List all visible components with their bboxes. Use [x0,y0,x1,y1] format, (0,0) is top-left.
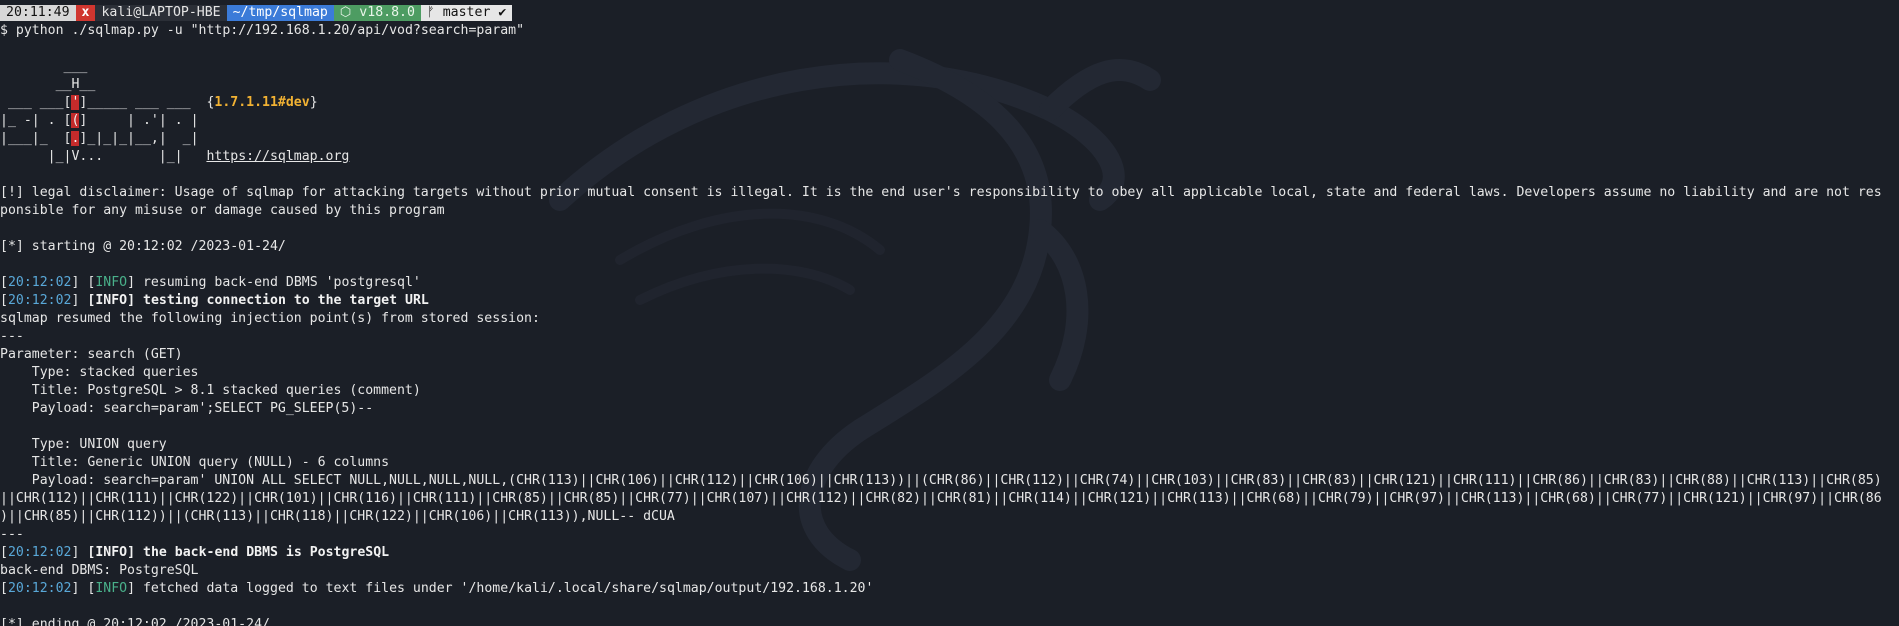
disclaimer-line-1: [!] legal disclaimer: Usage of sqlmap fo… [0,185,1882,200]
banner-line-4: |_ -| . [(] | .'| . | [0,113,199,128]
shell-prompt: 20:11:49 x kali@LAPTOP-HBE ~/tmp/sqlmap ⬡ v1… [0,4,1899,22]
prompt-dollar: $ [0,23,8,38]
log-line: [20:12:02] [INFO] fetched data logged to… [0,581,874,596]
banner-line-3: ___ ___[']_____ ___ ___ {1.7.1.11#dev} [0,95,318,110]
disclaimer-line-2: ponsible for any misuse or damage caused… [0,203,445,218]
prompt-node-version: ⬡ v18.8.0 [333,5,421,21]
injection-2-payload-1: Payload: search=param' UNION ALL SELECT … [0,473,1882,488]
parameter-line: Parameter: search (GET) [0,347,183,362]
prompt-user-host: kali@LAPTOP-HBE [95,5,227,21]
injection-1-payload: Payload: search=param';SELECT PG_SLEEP(5… [0,401,374,416]
separator: --- [0,329,24,344]
injection-1-title: Title: PostgreSQL > 8.1 stacked queries … [0,383,421,398]
injection-2-payload-2: ||CHR(112)||CHR(111)||CHR(122)||CHR(101)… [0,491,1882,506]
injection-2-type: Type: UNION query [0,437,167,452]
prompt-git-branch: ᚠ master ✔ [420,5,513,21]
backend-line: back-end DBMS: PostgreSQL [0,563,199,578]
log-line: [20:12:02] [INFO] resuming back-end DBMS… [0,275,421,290]
banner-line-2: __H__ [0,77,96,92]
banner-line-1: ___ [0,59,88,74]
command-line[interactable]: $ python ./sqlmap.py -u "http://192.168.… [0,22,1899,40]
sqlmap-url-link[interactable]: https://sqlmap.org [206,149,349,164]
prompt-directory: ~/tmp/sqlmap [226,5,334,21]
prompt-error-icon: x [75,5,96,21]
ending-line: [*] ending @ 20:12:02 /2023-01-24/ [0,617,270,626]
prompt-time: 20:11:49 [0,5,76,21]
command-text: python ./sqlmap.py -u "http://192.168.1.… [15,23,525,38]
banner-line-6: |_|V... |_| https://sqlmap.org [0,149,350,164]
sqlmap-version: 1.7.1.11#dev [214,95,310,110]
banner-line-5: |___|_ [.]_|_|_|__,| _| [0,131,199,146]
starting-line: [*] starting @ 20:12:02 /2023-01-24/ [0,239,286,254]
injection-1-type: Type: stacked queries [0,365,199,380]
injection-2-payload-3: )||CHR(85)||CHR(112))||(CHR(113)||CHR(11… [0,509,675,524]
log-line: [20:12:02] [INFO] testing connection to … [0,293,429,308]
terminal-output[interactable]: 20:11:49 x kali@LAPTOP-HBE ~/tmp/sqlmap ⬡ v1… [0,4,1899,626]
resumed-line: sqlmap resumed the following injection p… [0,311,540,326]
injection-2-title: Title: Generic UNION query (NULL) - 6 co… [0,455,390,470]
log-line: [20:12:02] [INFO] the back-end DBMS is P… [0,545,390,560]
separator: --- [0,527,24,542]
